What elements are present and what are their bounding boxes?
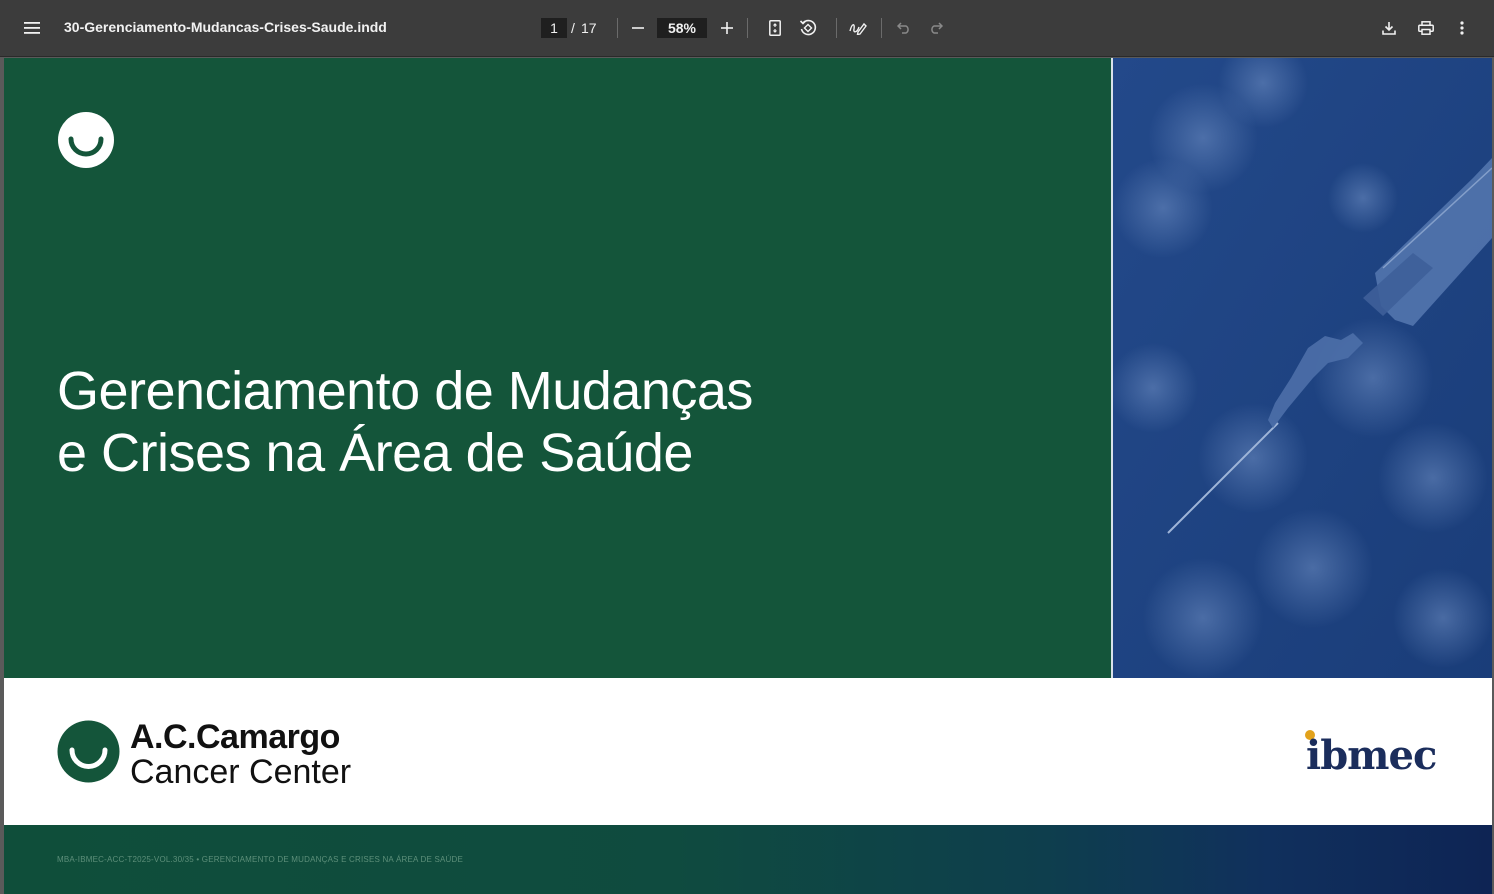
brand-name: A.C.Camargo xyxy=(130,718,340,756)
download-icon xyxy=(1382,22,1396,35)
syringe-photo-image xyxy=(1113,58,1492,678)
hamburger-menu-icon xyxy=(24,22,40,34)
toolbar-divider xyxy=(836,18,837,38)
toolbar-divider xyxy=(881,18,882,38)
cover-title: Gerenciamento de Mudanças e Crises na Ár… xyxy=(57,360,1057,484)
cover-title-line-2: e Crises na Área de Saúde xyxy=(57,423,693,483)
zoom-input[interactable] xyxy=(657,18,707,38)
toolbar-divider xyxy=(617,18,618,38)
acc-smile-logo-icon xyxy=(57,720,120,783)
pdf-page: Gerenciamento de Mudanças e Crises na Ár… xyxy=(4,58,1492,894)
annotate-button[interactable] xyxy=(842,12,874,44)
minus-icon xyxy=(632,27,644,29)
brand-subtitle: Cancer Center xyxy=(130,753,352,791)
toolbar-divider xyxy=(747,18,748,38)
undo-icon xyxy=(897,22,909,34)
more-actions-button[interactable] xyxy=(1446,12,1478,44)
document-title: 30-Gerenciamento-Mudancas-Crises-Saude.i… xyxy=(64,19,387,35)
fit-page-button[interactable] xyxy=(759,12,791,44)
zoom-in-button[interactable] xyxy=(711,12,743,44)
redo-button[interactable] xyxy=(920,12,952,44)
zoom-out-button[interactable] xyxy=(622,12,654,44)
page-separator: / xyxy=(571,20,575,36)
smile-logo-icon xyxy=(58,112,114,168)
fit-page-icon xyxy=(769,20,781,36)
rotate-button[interactable] xyxy=(792,12,824,44)
menu-button[interactable] xyxy=(16,12,48,44)
footer-text: MBA-IBMEC-ACC-T2025-VOL.30/35 • GERENCIA… xyxy=(57,855,464,864)
page-number-input[interactable] xyxy=(541,18,567,38)
pdf-toolbar: 30-Gerenciamento-Mudancas-Crises-Saude.i… xyxy=(0,0,1494,56)
pen-icon xyxy=(849,22,867,35)
more-vertical-icon xyxy=(1460,21,1464,35)
download-button[interactable] xyxy=(1373,12,1405,44)
page-total: 17 xyxy=(581,20,597,36)
rotate-icon xyxy=(799,19,817,36)
redo-icon xyxy=(931,22,943,34)
print-icon xyxy=(1418,21,1434,35)
plus-icon xyxy=(721,22,733,34)
partner-logo-ibmec: ibmec xyxy=(1306,732,1437,779)
undo-button[interactable] xyxy=(888,12,920,44)
cover-title-line-1: Gerenciamento de Mudanças xyxy=(57,361,753,421)
cover-photo-syringe xyxy=(1113,58,1492,678)
print-button[interactable] xyxy=(1410,12,1442,44)
